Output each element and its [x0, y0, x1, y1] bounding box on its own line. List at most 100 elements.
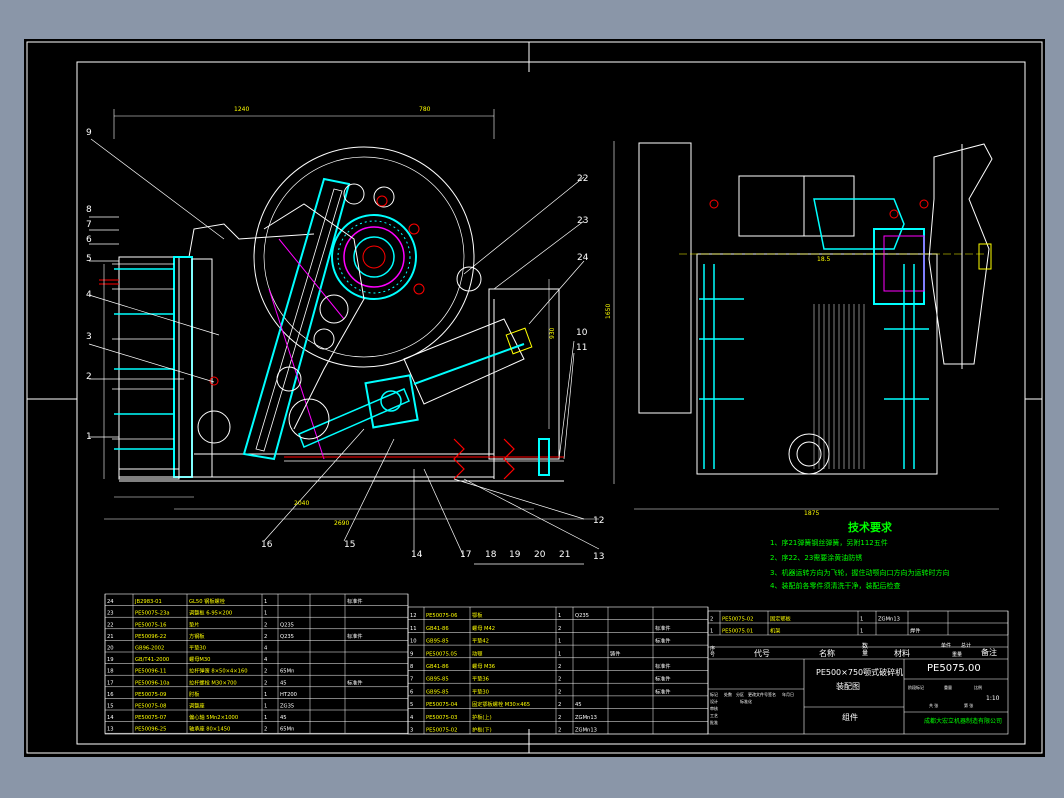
bom-cell: 21	[107, 634, 114, 640]
bom-cell: 2	[558, 689, 561, 695]
bom-cell: 2	[558, 664, 561, 670]
bom-cell: 2	[264, 634, 267, 640]
bom-cell: 1	[264, 692, 267, 698]
dimension-texts: 1240 780 1650 930 2040 2690 1875 18.5	[234, 106, 831, 527]
bom-cell: 1	[558, 613, 561, 619]
bom-cell: 3	[410, 728, 413, 734]
title-block-label: 年月日	[782, 691, 794, 697]
bom-cell: ZGMn13	[878, 617, 900, 623]
bom-cell: 平垫30	[472, 687, 489, 695]
bom-cell: 22	[107, 622, 114, 628]
bom-cell: PE50075-04	[426, 702, 458, 708]
title-block-label: 批准	[710, 719, 718, 725]
bom-cell: PE50096-10a	[135, 680, 170, 686]
dimension-text: 1650	[605, 304, 612, 319]
parts-tables	[104, 593, 1009, 735]
bom-cell: 45	[280, 680, 287, 686]
bom-cell: 19	[107, 657, 114, 663]
bom-mid-grid: 12 PE50075-06 鄂板 1 Q23511 GB41-86 螺母 M42 2 标准件10…	[407, 607, 709, 735]
bom-cell: 护板(上)	[472, 713, 492, 721]
bom-left-grid: 24 JB2983-01 GL50 钢板螺栓 1 标准件23 PE50075-23a 调整板…	[104, 594, 409, 734]
bom-cell: HT200	[280, 692, 297, 698]
tech-item: 2、序22、23需要涂黄油防锈	[770, 554, 863, 562]
bom-cell: PE50075-02	[426, 728, 457, 734]
bom-cell: 标准件	[655, 687, 671, 695]
header-weight: 重量	[952, 652, 963, 658]
bom-cell: 4	[410, 715, 414, 721]
balloon-label: 24	[577, 253, 589, 263]
bom-cell: 平垫36	[472, 675, 489, 683]
bom-cell: 20	[107, 646, 114, 652]
balloon-label: 9	[86, 128, 92, 138]
tech-item: 1、序21弹簧钢丝弹簧，另附112五件	[770, 539, 888, 547]
bom-cell: 2	[264, 669, 267, 675]
balloon-label: 2	[86, 372, 92, 382]
bom-cell: 17	[107, 680, 114, 686]
bom-cell: 4	[264, 646, 268, 652]
dimension-text: 1875	[804, 510, 819, 517]
bom-cell: 1	[860, 617, 863, 623]
bom-cell: Q235	[280, 622, 294, 628]
bom-cell: 1	[710, 629, 713, 635]
bom-cell: 13	[107, 727, 114, 733]
balloon-label: 14	[411, 550, 423, 560]
bom-cell: 标准件	[655, 662, 671, 670]
bom-cell: 1	[264, 599, 267, 605]
bom-cell: PE50096-25	[135, 727, 166, 733]
title-block-label: 阶段标记	[908, 684, 924, 690]
bom-cell: 平垫30	[189, 644, 206, 652]
bom-cell: 14	[107, 715, 114, 721]
header-name: 名称	[819, 649, 835, 658]
balloon-label: 4	[86, 290, 92, 300]
bom-cell: 16	[107, 692, 114, 698]
bom-cell: PE50075-07	[135, 715, 166, 721]
bom-cell: 标准件	[655, 637, 671, 645]
bom-cell: 标准件	[347, 678, 363, 686]
bom-cell: PE50096-11	[135, 669, 166, 675]
bom-cell: GB41-86	[426, 626, 449, 632]
company-name: 成都大宏立机器制造有限公司	[924, 718, 1003, 725]
balloon-label: 6	[86, 235, 92, 245]
balloon-label: 22	[577, 174, 588, 184]
bom-cell: 24	[107, 599, 114, 605]
balloon-label: 20	[534, 550, 546, 560]
title-block-label: 第 张	[964, 702, 973, 708]
bom-cell: 1	[860, 629, 863, 635]
bom-cell: 1	[264, 704, 267, 710]
balloon-label: 12	[593, 516, 604, 526]
bom-cell: 2	[558, 702, 561, 708]
balloon-label: 18	[485, 550, 497, 560]
bom-cell: GB95-85	[426, 677, 449, 683]
balloon-label: 21	[559, 550, 570, 560]
balloon-label: 8	[86, 205, 92, 215]
bom-cell: 18	[107, 669, 114, 675]
bom-cell: 拉杆弹簧 8×50×4×160	[189, 667, 248, 675]
bom-cell: 65Mn	[280, 669, 294, 675]
bom-cell: 方钢板	[189, 632, 205, 640]
bom-cell: PE50075.01	[722, 629, 753, 635]
balloon-label: 13	[593, 552, 604, 562]
bom-cell: GL50 钢板螺栓	[189, 597, 226, 605]
bom-cell: PE50096-22	[135, 634, 166, 640]
title-block-label: 工艺	[710, 713, 718, 718]
bom-cell: 调整座	[189, 702, 205, 710]
bom-cell: 1	[264, 611, 267, 617]
bom-cell: 肘板	[189, 690, 200, 698]
title-block-label: 审核	[710, 705, 718, 711]
bom-cell: 动颚	[472, 650, 482, 657]
balloon-label: 17	[460, 550, 471, 560]
drawing-number: PE5075.00	[927, 663, 981, 674]
bom-cell: ZGMn13	[575, 728, 597, 734]
bom-cell: 固定鄂板	[770, 615, 792, 623]
bom-cell: 10	[410, 639, 417, 645]
balloon-label: 15	[344, 540, 355, 550]
bom-cell: 2	[558, 728, 561, 734]
bom-cell: PE50075-02	[722, 617, 753, 623]
bom-cell: 焊件	[910, 627, 920, 635]
header-unit-weight: 单件	[941, 643, 952, 649]
type-label: 组件	[842, 713, 858, 722]
drawing-sheet: 24 JB2983-01 GL50 钢板螺栓 1 标准件 23 PE50075-23a 调整板…	[24, 39, 1045, 757]
balloon-label: 5	[86, 254, 92, 264]
tech-requirements: 技术要求 1、序21弹簧钢丝弹簧，另附112五件 2、序22、23需要涂黄油防锈…	[770, 519, 1020, 591]
bom-cell: 轴承座 80×1450	[189, 725, 230, 733]
